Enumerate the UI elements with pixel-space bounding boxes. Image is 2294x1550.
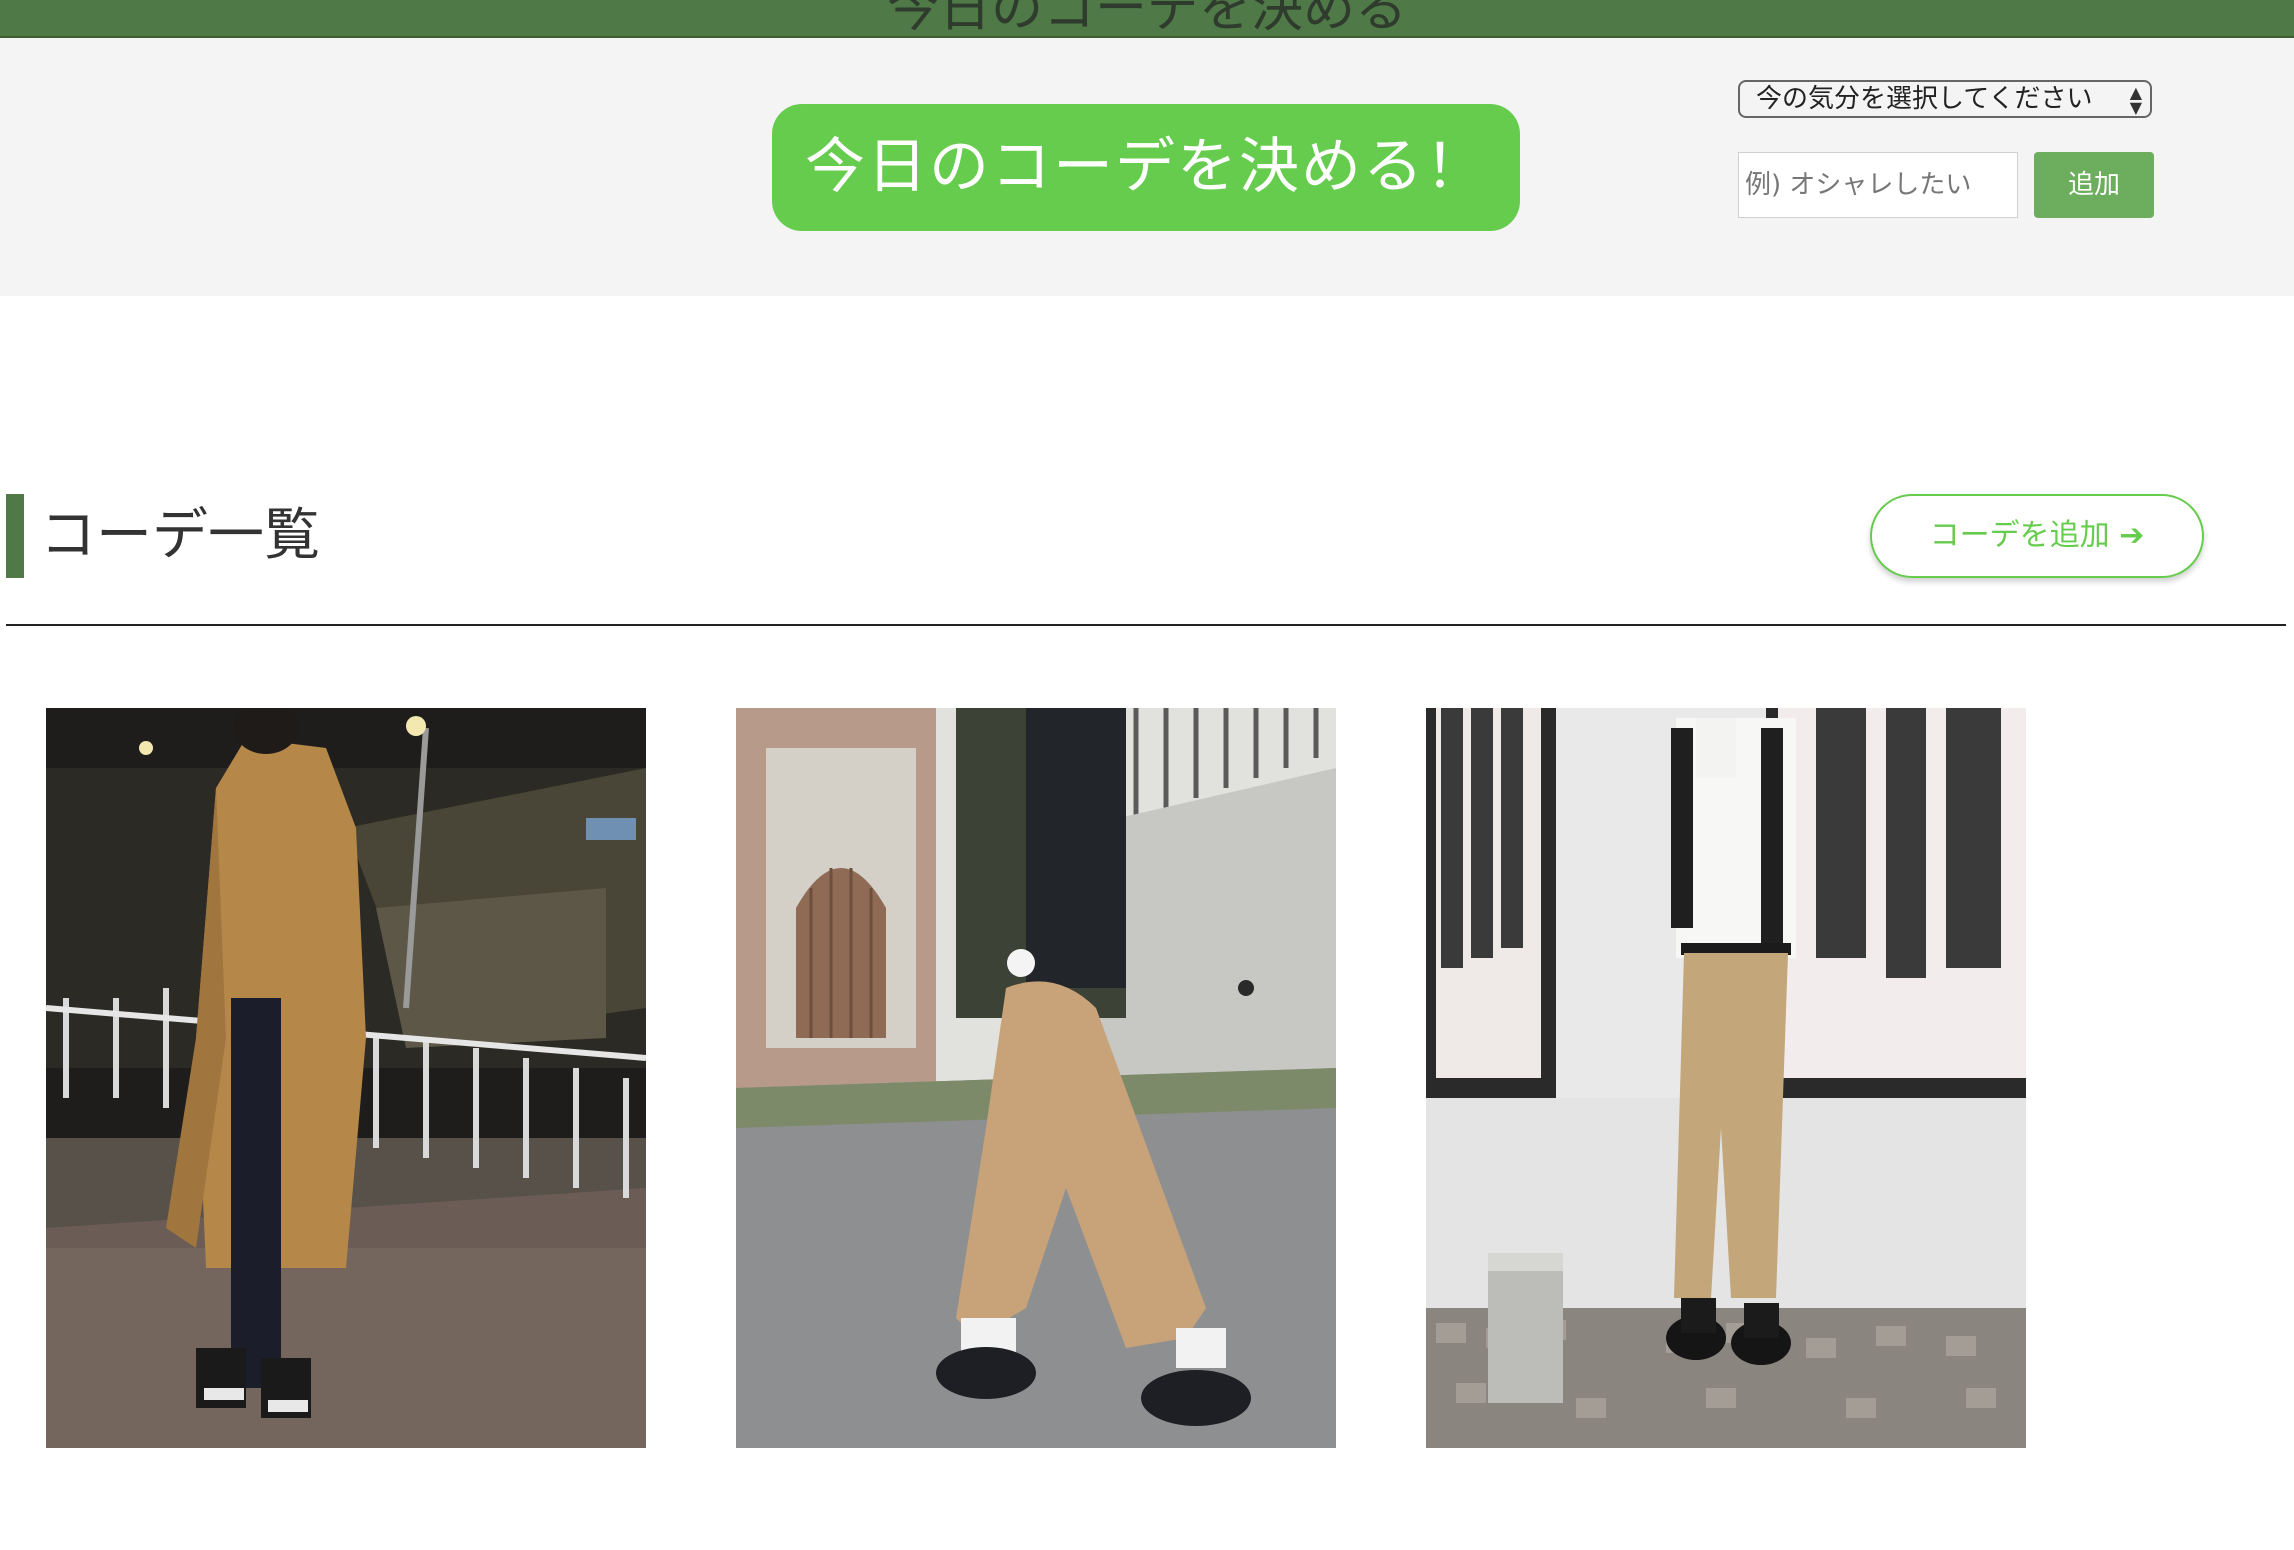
mood-select[interactable]: 今の気分を選択してください ▲ ▼ (1738, 80, 2152, 118)
site-title: 今日のコーデを決める (886, 0, 1407, 38)
section-title: コーデ一覧 (40, 503, 320, 568)
arrow-right-icon: ➔ (2119, 518, 2145, 553)
top-header-bar: 今日のコーデを決める (0, 0, 2294, 38)
section-divider (6, 624, 2286, 626)
outfit-photo-1-image (46, 708, 646, 1448)
add-outfit-button[interactable]: コーデを追加 ➔ (1870, 494, 2204, 578)
outfit-photo-1[interactable] (46, 708, 646, 1448)
outfit-photo-3[interactable] (1426, 708, 2026, 1448)
outfit-photo-2[interactable] (736, 708, 1336, 1448)
select-arrows-icon: ▲ ▼ (2129, 83, 2142, 117)
outfit-photo-2-image (736, 708, 1336, 1448)
add-mood-button[interactable]: 追加 (2034, 152, 2154, 218)
mood-input[interactable] (1738, 152, 2018, 218)
decide-outfit-button[interactable]: 今日のコーデを決める！ (772, 104, 1520, 231)
hero-panel: 今日のコーデを決める！ 今の気分を選択してください ▲▼ 追加 (0, 38, 2294, 296)
section-accent-bar (6, 494, 24, 578)
add-outfit-label: コーデを追加 (1929, 518, 2110, 553)
mood-select-value: 今の気分を選択してください (1756, 84, 2093, 114)
outfit-photo-3-image (1426, 708, 2026, 1448)
